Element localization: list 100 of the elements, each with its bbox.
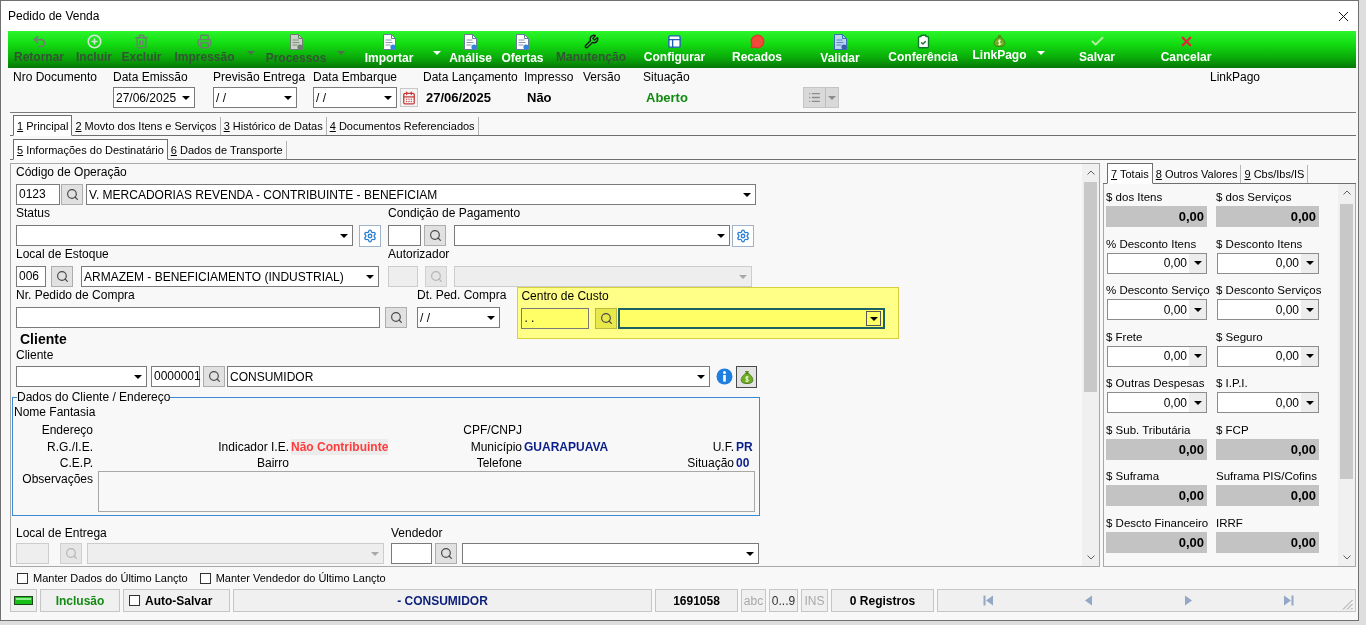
vertical-scrollbar[interactable]: [1082, 164, 1099, 566]
chevron-down-icon[interactable]: [1342, 555, 1351, 560]
tab[interactable]: 8 Outros Valores: [1152, 165, 1242, 183]
field-label: Situação: [643, 70, 690, 84]
search-icon: [429, 270, 443, 283]
total-input[interactable]: 0,00: [1107, 299, 1207, 320]
dropdown-field[interactable]: [462, 543, 759, 564]
resize-grip-icon[interactable]: [1342, 599, 1353, 610]
date-field[interactable]: / /: [213, 87, 297, 108]
code-field[interactable]: 006: [16, 266, 46, 287]
wrench-icon: [583, 34, 599, 49]
code-field[interactable]: [388, 266, 418, 287]
search-button[interactable]: [203, 366, 225, 387]
list-menu-button[interactable]: [803, 87, 839, 108]
search-button[interactable]: [595, 308, 618, 329]
calendar-button[interactable]: [400, 88, 418, 107]
chevron-up-icon[interactable]: [1342, 190, 1351, 195]
vertical-scrollbar[interactable]: [1338, 184, 1355, 566]
field-value: Não: [526, 90, 552, 105]
date-field[interactable]: / /: [313, 87, 397, 108]
checkbox[interactable]: [129, 595, 140, 606]
checkbox[interactable]: [199, 572, 211, 584]
field-label: Versão: [583, 70, 621, 84]
caret-down-icon: [181, 95, 190, 100]
total-input[interactable]: 0,00: [1107, 345, 1207, 367]
document-icon: [516, 34, 529, 50]
code-field[interactable]: 0123: [16, 184, 60, 205]
checkbox-option[interactable]: Manter Dados do Último Lançto: [17, 572, 188, 584]
code-field[interactable]: [391, 543, 432, 564]
status-value: Aberto: [645, 90, 688, 105]
tab[interactable]: 4 Documentos Referenciados: [326, 117, 479, 135]
document-icon: [833, 34, 847, 50]
search-button[interactable]: [385, 307, 407, 328]
caret-down-icon: [133, 374, 142, 379]
chevron-down-icon[interactable]: [1086, 555, 1095, 560]
dropdown-field[interactable]: [618, 308, 886, 329]
field-label: Indicador I.E.: [218, 439, 289, 455]
dropdown-field[interactable]: [16, 366, 147, 387]
caret-down-icon: [1193, 261, 1202, 265]
section-heading: Cliente: [19, 331, 67, 347]
gear-icon: [736, 228, 750, 243]
total-field: 0,00: [1106, 531, 1207, 553]
code-field[interactable]: [16, 543, 49, 564]
chevron-up-icon[interactable]: [1086, 170, 1095, 175]
total-input[interactable]: 0,00: [1107, 252, 1207, 274]
scrollbar-thumb[interactable]: [1340, 204, 1353, 479]
caret-down-icon: [1193, 307, 1202, 312]
checkbox[interactable]: [17, 572, 28, 584]
notes-field[interactable]: [98, 471, 755, 512]
tab[interactable]: 3 Histórico de Datas: [220, 117, 327, 135]
input-field[interactable]: [16, 307, 380, 328]
code-field[interactable]: . .: [521, 308, 590, 329]
search-icon: [65, 188, 79, 201]
dropdown-field[interactable]: [454, 225, 730, 246]
date-field[interactable]: 27/06/2025: [113, 87, 195, 108]
settings-button[interactable]: [359, 224, 381, 247]
field-label: Impresso: [524, 70, 574, 84]
scrollbar-thumb[interactable]: [1084, 182, 1097, 392]
code-field[interactable]: [388, 225, 421, 246]
money-bag-button[interactable]: [736, 365, 757, 388]
tab[interactable]: 9 Cbs/Ibs/IS: [1241, 165, 1309, 183]
search-button[interactable]: [51, 266, 73, 287]
tab[interactable]: 6 Dados de Transporte: [167, 141, 287, 159]
undo-arrow-icon: [31, 34, 47, 49]
total-field: 0,00: [1106, 206, 1207, 227]
document-icon: [382, 34, 396, 50]
search-button[interactable]: [424, 225, 446, 246]
tab[interactable]: 2 Movto dos Itens e Serviços: [72, 117, 221, 135]
clipboard-check-icon: [915, 34, 931, 49]
record-count: 0 Registros: [831, 589, 934, 612]
checkmark-icon: [1089, 34, 1105, 49]
date-field[interactable]: / /: [417, 307, 500, 328]
money-bag-icon: [993, 34, 1006, 47]
total-input[interactable]: 0,00: [1217, 252, 1319, 274]
code-field[interactable]: 0000001: [151, 366, 200, 387]
checkbox-option[interactable]: Manter Vendedor do Último Lançto: [199, 572, 386, 584]
total-input[interactable]: 0,00: [1217, 345, 1319, 367]
tab[interactable]: 1 Principal: [13, 115, 73, 136]
dropdown-field[interactable]: ARMAZEM - BENEFICIAMENTO (INDUSTRIAL): [81, 266, 379, 287]
field-label: Vendedor: [391, 525, 443, 541]
caret-down-icon: [869, 316, 878, 321]
field-label: $ Desconto Itens: [1216, 236, 1303, 252]
field-label: Data Lançamento: [423, 70, 518, 84]
dropdown-field[interactable]: V. MERCADORIAS REVENDA - CONTRIBUINTE - BENEFICIAM: [86, 184, 756, 205]
total-input[interactable]: 0,00: [1107, 392, 1207, 413]
total-field: 0,00: [1106, 438, 1207, 460]
settings-button[interactable]: [732, 224, 754, 247]
info-icon[interactable]: [716, 368, 733, 385]
total-input[interactable]: 0,00: [1217, 392, 1319, 413]
dropdown-field[interactable]: CONSUMIDOR: [227, 366, 710, 387]
total-input[interactable]: 0,00: [1217, 299, 1319, 320]
search-button[interactable]: [435, 543, 457, 564]
search-button[interactable]: [61, 184, 83, 205]
auto-save-option[interactable]: Auto-Salvar: [123, 589, 230, 612]
tab[interactable]: 5 Informações do Destinatário: [13, 139, 168, 160]
search-icon: [207, 370, 221, 383]
total-field: 0,00: [1216, 438, 1319, 460]
tab[interactable]: 7 Totais: [1107, 163, 1153, 184]
dropdown-field[interactable]: [16, 225, 353, 246]
field-label: Local de Estoque: [16, 246, 109, 262]
